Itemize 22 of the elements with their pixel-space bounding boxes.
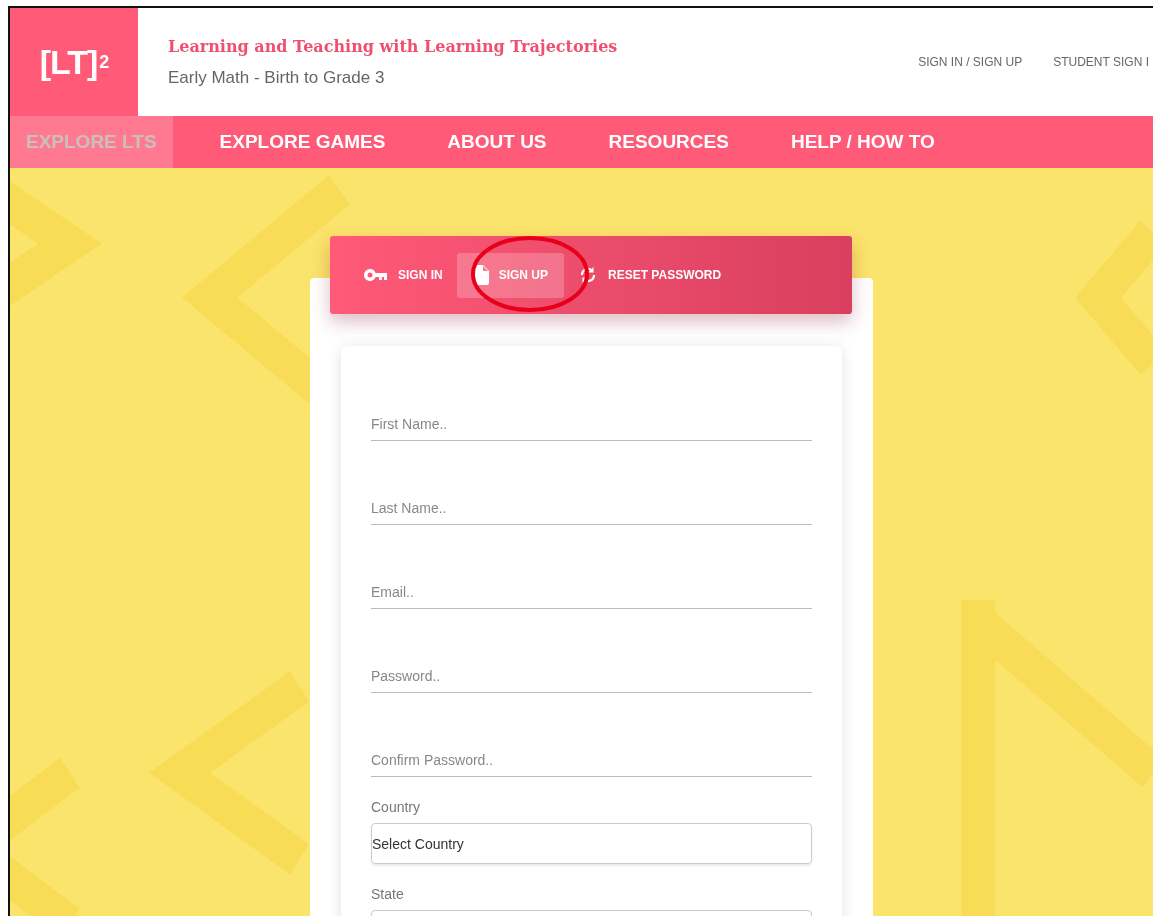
header-link[interactable]: STUDENT SIGN I [1053,55,1149,69]
field-label: Country [371,799,422,815]
nav-item[interactable]: EXPLORE GAMES [188,116,417,168]
input-field[interactable]: Email.. [371,575,812,609]
input-field[interactable]: Confirm Password.. [371,743,812,777]
logo[interactable]: [LT]$^{2}$ [10,8,138,116]
nav-item[interactable]: ABOUT US [416,116,578,168]
tab[interactable]: RESET PASSWORD [566,252,734,298]
tab[interactable]: SIGN UP [456,252,564,298]
key-icon [364,269,388,281]
input-field[interactable]: Last Name.. [371,491,812,525]
nav-item[interactable]: RESOURCES [577,116,760,168]
header-link[interactable]: SIGN IN / SIGN UP [918,55,1023,69]
nav-item[interactable]: HELP / HOW TO [759,116,966,168]
field-label: State [371,886,405,902]
input-field[interactable]: First Name.. [371,407,812,441]
input-field[interactable]: Password.. [371,659,812,693]
select-field[interactable]: Select Country [371,823,812,864]
tab[interactable]: SIGN IN [352,252,455,298]
site-title: Learning and Teaching with Learning Trajectories [168,36,618,56]
site-subtitle: Early Math - Birth to Grade 3 [168,67,386,88]
refresh-icon [578,265,598,285]
